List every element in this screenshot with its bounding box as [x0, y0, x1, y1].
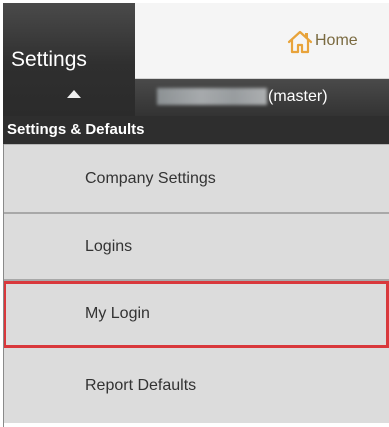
menu-item-my-login[interactable]: My Login [3, 281, 389, 348]
top-bar: Home [135, 3, 389, 79]
settings-tab-title: Settings [11, 48, 87, 71]
account-suffix: (master) [268, 88, 328, 105]
home-icon [287, 30, 313, 54]
settings-tab[interactable]: Settings [3, 3, 135, 116]
redacted-username [157, 88, 267, 105]
caret-up-icon [67, 90, 81, 98]
section-header: Settings & Defaults [3, 116, 389, 144]
menu-item-label: Company Settings [85, 169, 216, 187]
home-link[interactable]: Home [286, 29, 358, 57]
menu-item-logins[interactable]: Logins [3, 214, 389, 281]
menu-item-report-defaults[interactable]: Report Defaults [3, 348, 389, 423]
home-label: Home [315, 32, 358, 49]
menu-item-label: Report Defaults [85, 376, 197, 394]
menu-item-company-settings[interactable]: Company Settings [3, 144, 389, 214]
menu-item-label: My Login [85, 304, 150, 322]
menu-item-label: Logins [85, 237, 133, 255]
settings-page: Settings Home (master) Settings & Defaul… [3, 3, 389, 427]
menu-left-border [3, 144, 4, 427]
settings-menu: Company Settings Logins My Login Report … [3, 144, 389, 423]
user-bar: (master) [135, 79, 389, 116]
